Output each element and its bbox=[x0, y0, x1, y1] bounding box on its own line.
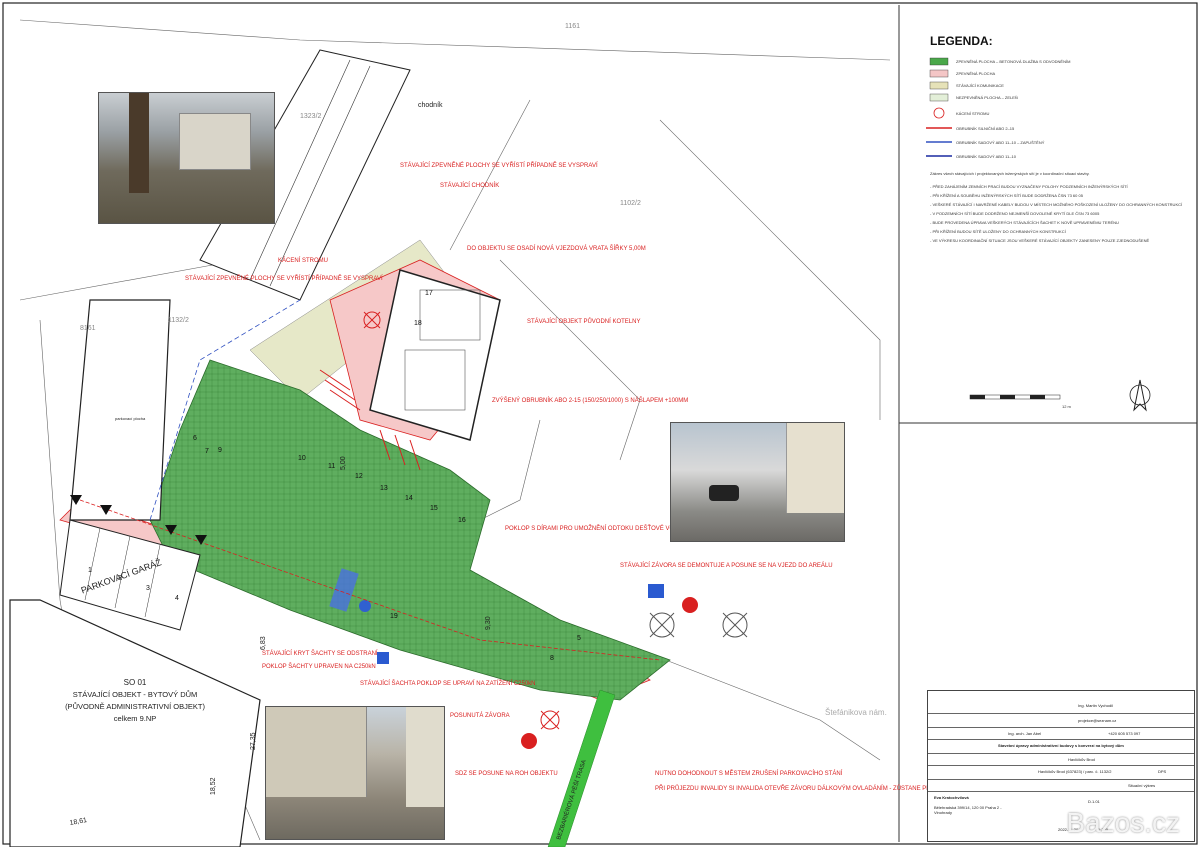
note-manhole: POKLOP ŠACHTY UPRAVEN NA C250kN bbox=[262, 663, 376, 670]
tb-place: Havlíčkův Brod bbox=[1068, 757, 1095, 762]
legend-swatches bbox=[926, 57, 952, 157]
drawing-sheet: LEGENDA: ZPEVNĚNÁ PLOCHA – BETONOVÁ DLAŽ… bbox=[0, 0, 1200, 847]
legend-item-8: OBRUBNÍK SADOVÝ ABO 11–10 bbox=[956, 154, 1017, 159]
building-line-1: STÁVAJÍCÍ OBJEKT - BYTOVÝ DŮM bbox=[73, 690, 198, 699]
tb-stage: DPS bbox=[1158, 769, 1167, 774]
legend-title: LEGENDA: bbox=[930, 34, 993, 48]
legend-item-5: KÁCENÍ STROMU bbox=[956, 111, 989, 116]
dimension-5: 9,30 bbox=[485, 616, 492, 630]
note-boiler: STÁVAJÍCÍ OBJEKT PŮVODNÍ KOTELNY bbox=[527, 318, 640, 325]
legend-condition-3: - VEŠKERÉ STÁVAJÍCÍ I NAVRŽENÉ KABELY BU… bbox=[930, 202, 1183, 207]
legend-item-2: ZPEVNĚNÁ PLOCHA bbox=[956, 71, 995, 76]
legend-item-6: OBRUBNÍK SILNIČNÍ ABO 2–15 bbox=[956, 126, 1015, 131]
no-entry-sign-icon bbox=[682, 597, 698, 613]
note-manhole-2: STÁVAJÍCÍ ŠACHTA POKLOP SE UPRAVÍ NA ZAT… bbox=[360, 679, 536, 687]
stall-18: 18 bbox=[414, 320, 422, 327]
main-building bbox=[9, 599, 261, 847]
note-shed: STÁVAJÍCÍ KRYT ŠACHTY SE ODSTRANÍ bbox=[262, 650, 378, 657]
dimension-2: 27,35 bbox=[250, 732, 257, 750]
legend-condition-2: - PŘI KŘÍŽENÍ A SOUBĚHU INŽENÝRSKÝCH SÍT… bbox=[930, 193, 1084, 198]
note-barrier-shifted: POSUNUTÁ ZÁVORA bbox=[450, 712, 510, 719]
legend-item-3: STÁVAJÍCÍ KOMUNIKACE bbox=[956, 83, 1004, 88]
no-entry-sign-icon-2 bbox=[521, 733, 537, 749]
tb-phone: +420 605 573 097 bbox=[1108, 731, 1141, 736]
stall-8: 8 bbox=[550, 655, 554, 662]
stall-7: 7 bbox=[205, 448, 209, 455]
note-demolition-2: STÁVAJÍCÍ ZPEVNĚNÉ PLOCHY SE VYŘÍSTÍ PŘÍ… bbox=[185, 274, 383, 282]
note-tree-cut: KÁCENÍ STROMU bbox=[278, 257, 328, 264]
building-line-3: celkem 9.NP bbox=[114, 714, 157, 723]
legend-condition-4: - V PODZEMNÍCH SÍTÍ BUDE DODRŽENO NEJMEN… bbox=[930, 211, 1100, 216]
note-sign: SDZ SE POSUNE NA ROH OBJEKTU bbox=[455, 771, 558, 777]
stall-11: 11 bbox=[328, 463, 335, 470]
building-code: SO 01 bbox=[124, 678, 147, 687]
stall-9: 9 bbox=[218, 447, 222, 454]
legend-item-4: NEZPEVNĚNÁ PLOCHA – ZELEŇ bbox=[956, 95, 1018, 100]
tb-author: Ing. arch. Jan Abel bbox=[1008, 731, 1042, 736]
label-chodnik: chodník bbox=[418, 102, 443, 109]
note-parking-negotiate: NUTNO DOHODNOUT S MĚSTEM ZRUŠENÍ PARKOVA… bbox=[655, 769, 843, 777]
note-grate: POKLOP S DÍRAMI PRO UMOŽNĚNÍ ODTOKU DEŠŤ… bbox=[505, 524, 682, 532]
tb-client: Eva Kratochvílová bbox=[934, 795, 969, 800]
note-demolition: STÁVAJÍCÍ ZPEVNĚNÉ PLOCHY SE VYŘÍSTÍ PŘÍ… bbox=[400, 161, 598, 169]
legend-condition-6: - PŘI KŘÍŽENÍ BUDOU SÍTĚ ULOŽENY DO OCHR… bbox=[930, 229, 1067, 234]
label-parcel-1102: 1102/2 bbox=[620, 200, 641, 207]
label-parcel-1132: 1132/2 bbox=[168, 317, 189, 324]
stall-19: 19 bbox=[390, 613, 398, 620]
stall-3: 3 bbox=[146, 585, 150, 592]
watermark: Bazos.cz bbox=[1066, 807, 1180, 838]
label-parcel-1323: 1323/2 bbox=[300, 113, 322, 120]
stall-15: 15 bbox=[430, 505, 438, 512]
note-barrier-move: STÁVAJÍCÍ ZÁVORA SE DEMONTUJE A POSUNE S… bbox=[620, 562, 833, 569]
scale-label: 12 m bbox=[1062, 404, 1072, 409]
tb-cadastre: Havlíčkův Brod (637823) / parc. č. 1132/… bbox=[1038, 769, 1112, 774]
stall-6: 6 bbox=[193, 435, 197, 442]
note-curb: ZVÝŠENÝ OBRUBNÍK ABO 2-15 (150/250/1000)… bbox=[492, 397, 688, 404]
dimension-3: 18,52 bbox=[210, 777, 217, 795]
legend-note: Zákres všech stávajících i projektovanýc… bbox=[930, 171, 1090, 176]
north-arrow-icon bbox=[1129, 379, 1151, 412]
note-gate: DO OBJEKTU SE OSADÍ NOVÁ VJEZDOVÁ VRATA … bbox=[467, 244, 646, 252]
note-existing-walk: STÁVAJÍCÍ CHODNÍK bbox=[440, 182, 499, 189]
stall-4: 4 bbox=[175, 595, 179, 602]
dimension-6: 5,00 bbox=[340, 456, 347, 470]
parking-sign-icon bbox=[648, 584, 664, 598]
parking-sign-icon-2 bbox=[377, 652, 389, 664]
legend-item-7: OBRUBNÍK SADOVÝ ABO 11–10 – ZAPUŠTĚNÝ bbox=[956, 140, 1045, 145]
annex-building bbox=[69, 299, 171, 521]
tb-project: Stavební úpravy administrativní budovy s… bbox=[998, 743, 1124, 748]
stall-17: 17 bbox=[425, 290, 433, 297]
legend-item-1: ZPEVNĚNÁ PLOCHA – BETONOVÁ DLAŽBA S ODVO… bbox=[956, 59, 1070, 64]
stall-5: 5 bbox=[577, 635, 581, 642]
stall-12: 12 bbox=[355, 473, 363, 480]
legend-condition-1: - PŘED ZAHÁJENÍM ZEMNÍCH PRACÍ BUDOU VYZ… bbox=[930, 184, 1129, 189]
photo-courtyard bbox=[670, 422, 845, 542]
photo-access-road bbox=[98, 92, 275, 224]
stall-16: 16 bbox=[458, 517, 466, 524]
stall-13: 13 bbox=[380, 485, 388, 492]
stall-2: 2 bbox=[118, 575, 122, 582]
tb-email: projekce@seznam.cz bbox=[1078, 718, 1117, 723]
tb-drawing: Situační výkres bbox=[1128, 783, 1156, 788]
label-parcel-1161: 1161 bbox=[565, 23, 580, 30]
tb-number: D.1.01 bbox=[1088, 799, 1100, 804]
label-parking-area: parkovací plocha bbox=[115, 416, 146, 421]
tb-designer: Ing. Martin Vychodil bbox=[1078, 703, 1113, 708]
legend-condition-7: - VE VÝKRESU KOORDINAČNÍ SITUACE JSOU VE… bbox=[930, 238, 1149, 243]
photo-building bbox=[265, 706, 445, 840]
stall-14: 14 bbox=[405, 495, 413, 502]
dimension-1: 6,83 bbox=[260, 636, 267, 650]
label-street: Štefánikova nám. bbox=[825, 708, 887, 717]
building-line-2: (PŮVODNĚ ADMINISTRATIVNÍ OBJEKT) bbox=[65, 702, 205, 711]
stall-10: 10 bbox=[298, 455, 306, 462]
stall-1: 1 bbox=[88, 567, 92, 574]
wheelchair-sign-icon bbox=[359, 600, 371, 612]
tb-address: Bělehradská 399/14, 120 00 Praha 2 - Vin… bbox=[934, 805, 1002, 815]
label-parcel-816: 8161 bbox=[80, 325, 96, 332]
scale-bar bbox=[969, 394, 1061, 400]
legend-condition-5: - BUDE PROVEDENA ÚPRAVA VEŠKERÝCH STÁVAJ… bbox=[930, 220, 1119, 225]
